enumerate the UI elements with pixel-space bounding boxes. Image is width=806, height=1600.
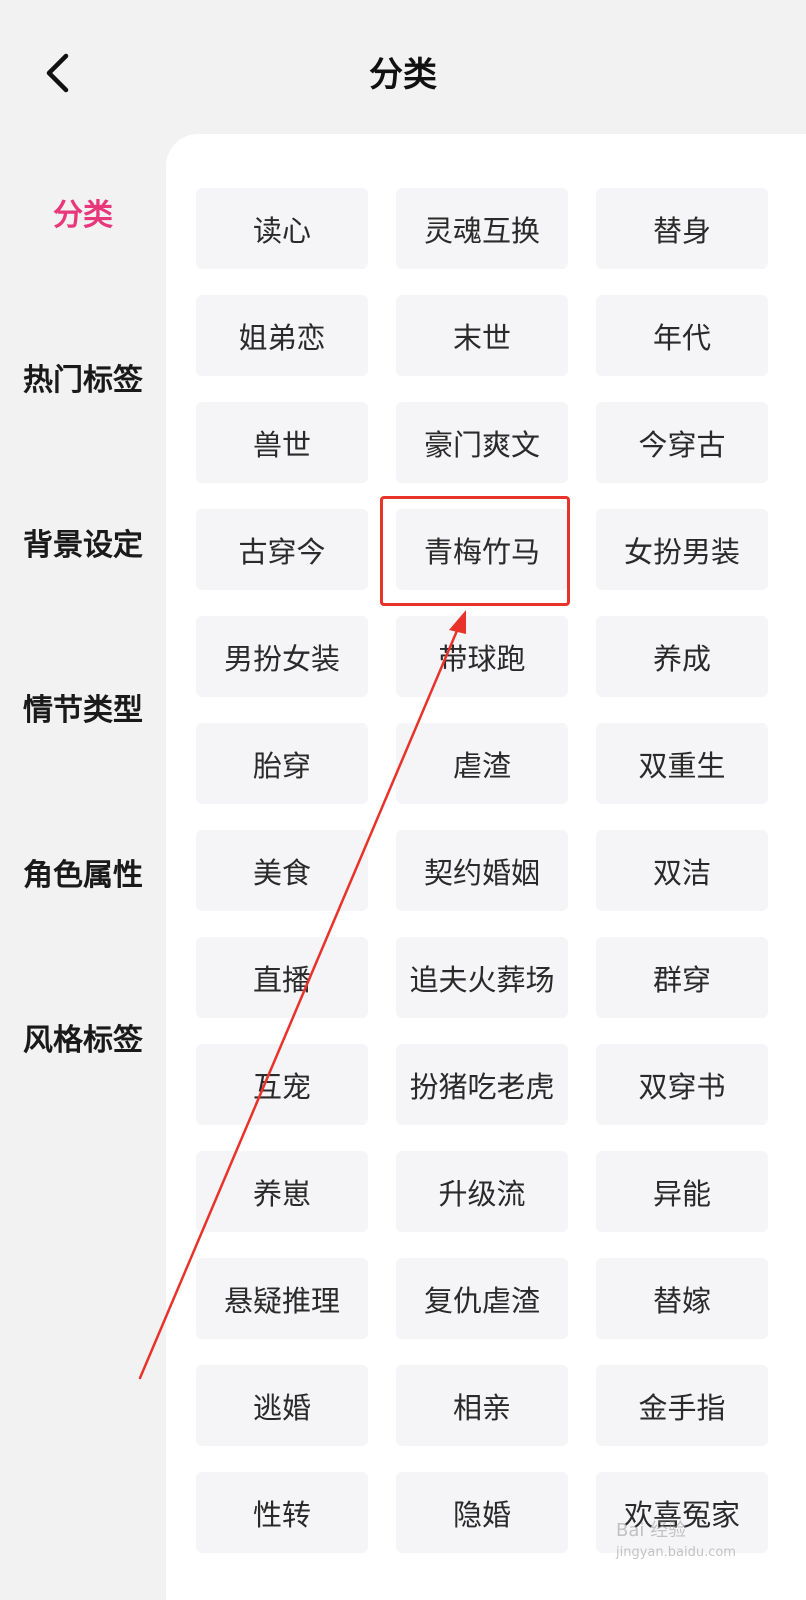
tag-button[interactable]: 今穿古: [596, 402, 768, 483]
tag-button[interactable]: 古穿今: [196, 509, 368, 590]
category-sidebar: 分类 热门标签 背景设定 情节类型 角色属性 风格标签: [0, 150, 166, 1600]
tag-button[interactable]: 兽世: [196, 402, 368, 483]
tag-button[interactable]: 虐渣: [396, 723, 568, 804]
tag-button[interactable]: 追夫火葬场: [396, 937, 568, 1018]
tag-button[interactable]: 契约婚姻: [396, 830, 568, 911]
tag-button[interactable]: 升级流: [396, 1151, 568, 1232]
tag-button[interactable]: 异能: [596, 1151, 768, 1232]
tag-button[interactable]: 扮猪吃老虎: [396, 1044, 568, 1125]
tag-button[interactable]: 养崽: [196, 1151, 368, 1232]
tag-panel: 读心 灵魂互换 替身 姐弟恋 末世 年代 兽世 豪门爽文 今穿古 古穿今 青梅竹…: [166, 134, 806, 1600]
tag-button[interactable]: 逃婚: [196, 1365, 368, 1446]
tag-button[interactable]: 双洁: [596, 830, 768, 911]
tag-button[interactable]: 胎穿: [196, 723, 368, 804]
tag-button[interactable]: 替嫁: [596, 1258, 768, 1339]
tag-button[interactable]: 性转: [196, 1472, 368, 1553]
tag-button[interactable]: 豪门爽文: [396, 402, 568, 483]
sidebar-item-hot-tags[interactable]: 热门标签: [0, 361, 166, 401]
sidebar-item-character-attribute[interactable]: 角色属性: [0, 856, 166, 896]
tag-button[interactable]: 相亲: [396, 1365, 568, 1446]
sidebar-item-plot-type[interactable]: 情节类型: [0, 691, 166, 731]
tag-button[interactable]: 双穿书: [596, 1044, 768, 1125]
tag-button[interactable]: 美食: [196, 830, 368, 911]
sidebar-item-category[interactable]: 分类: [0, 196, 166, 236]
tag-button[interactable]: 群穿: [596, 937, 768, 1018]
page-title: 分类: [369, 55, 437, 95]
tag-button[interactable]: 末世: [396, 295, 568, 376]
header: 分类: [0, 0, 806, 150]
tag-button[interactable]: 直播: [196, 937, 368, 1018]
tag-button[interactable]: 男扮女装: [196, 616, 368, 697]
tag-button[interactable]: 替身: [596, 188, 768, 269]
tag-button[interactable]: 欢喜冤家: [596, 1472, 768, 1553]
tag-button[interactable]: 隐婚: [396, 1472, 568, 1553]
tag-grid: 读心 灵魂互换 替身 姐弟恋 末世 年代 兽世 豪门爽文 今穿古 古穿今 青梅竹…: [196, 188, 768, 1553]
tag-button[interactable]: 灵魂互换: [396, 188, 568, 269]
sidebar-item-style-tags[interactable]: 风格标签: [0, 1021, 166, 1061]
tag-button[interactable]: 读心: [196, 188, 368, 269]
tag-button[interactable]: 女扮男装: [596, 509, 768, 590]
tag-button[interactable]: 养成: [596, 616, 768, 697]
tag-button[interactable]: 互宠: [196, 1044, 368, 1125]
tag-button[interactable]: 带球跑: [396, 616, 568, 697]
tag-button-highlighted[interactable]: 青梅竹马: [396, 509, 568, 590]
sidebar-item-background-setting[interactable]: 背景设定: [0, 526, 166, 566]
tag-button[interactable]: 年代: [596, 295, 768, 376]
tag-button[interactable]: 复仇虐渣: [396, 1258, 568, 1339]
tag-button[interactable]: 双重生: [596, 723, 768, 804]
tag-button[interactable]: 姐弟恋: [196, 295, 368, 376]
tag-button[interactable]: 悬疑推理: [196, 1258, 368, 1339]
tag-button[interactable]: 金手指: [596, 1365, 768, 1446]
